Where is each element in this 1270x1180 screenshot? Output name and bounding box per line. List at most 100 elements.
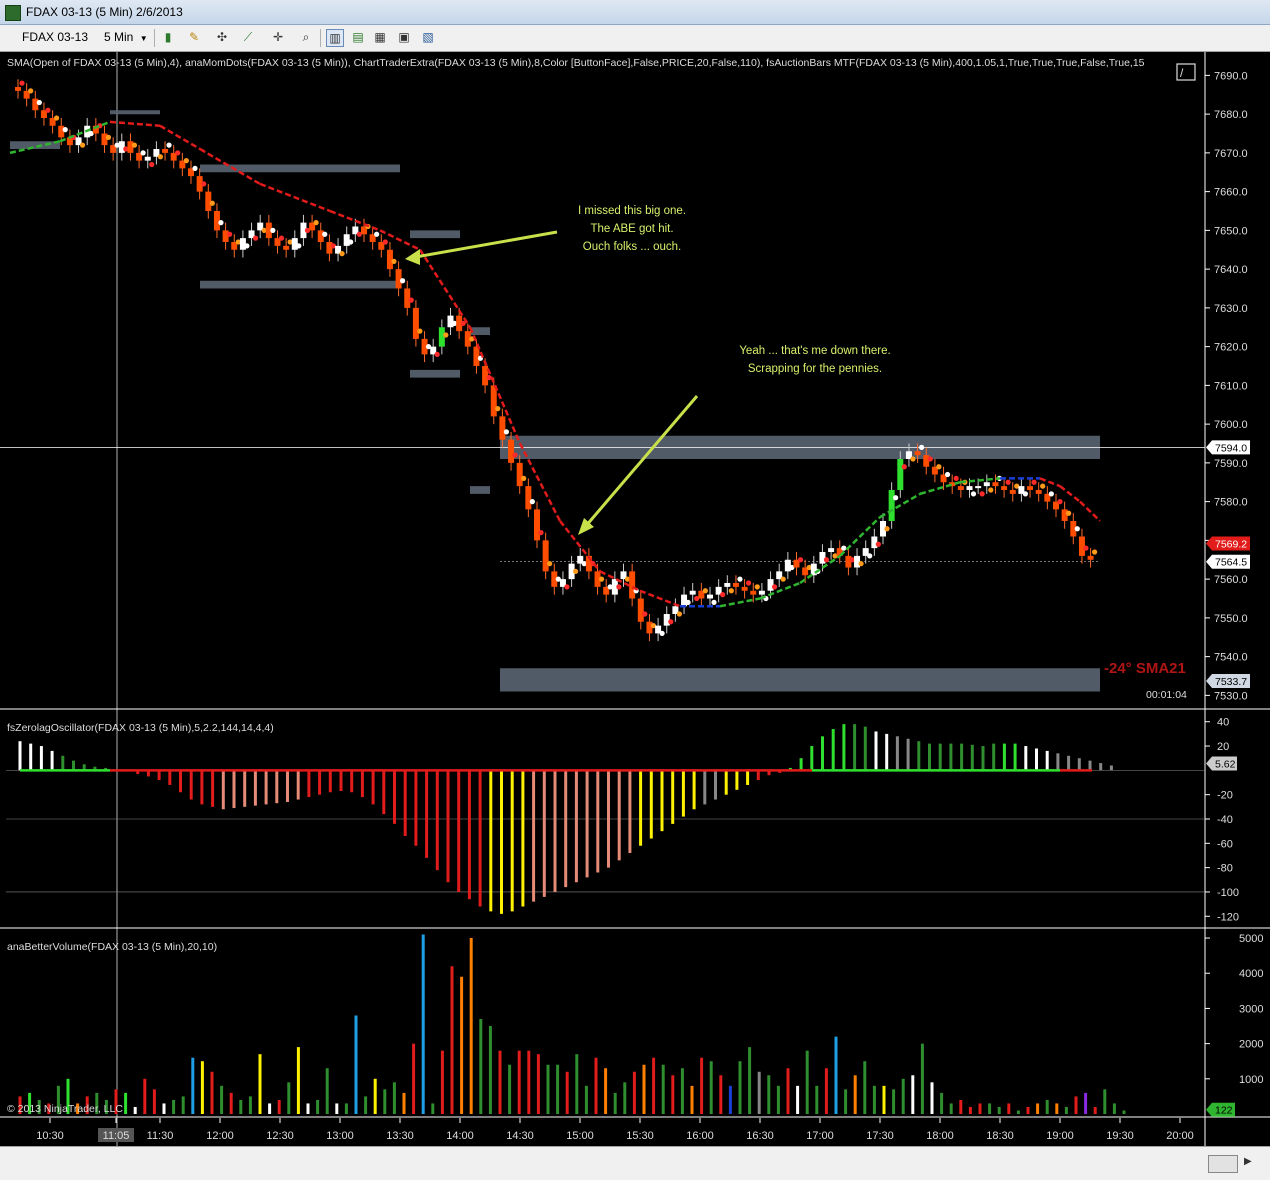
price-axis-tick-label: 7690.0 [1214, 70, 1248, 82]
momentum-dot [503, 429, 509, 435]
chart-annotation-text: I missed this big one. [578, 205, 686, 217]
candle-body [845, 555, 852, 568]
price-panel-legend: SMA(Open of FDAX 03-13 (5 Min),4), anaMo… [7, 57, 1145, 69]
x-axis-tick-label: 12:30 [266, 1130, 294, 1142]
x-axis-tick-label: 19:30 [1106, 1130, 1134, 1142]
candle-body [914, 451, 921, 456]
price-marker-label: 7594.0 [1215, 442, 1247, 454]
momentum-dot [754, 584, 760, 590]
candle-body [162, 149, 169, 153]
candle-body [222, 230, 229, 242]
momentum-dot [1048, 491, 1054, 497]
candle-body [1027, 486, 1034, 490]
price-axis-tick-label: 7630.0 [1214, 303, 1248, 315]
momentum-dot [157, 154, 163, 160]
momentum-dot [988, 487, 994, 493]
oscillator-axis-tick-label: 40 [1217, 717, 1229, 729]
indicators-icon[interactable]: ▤ [350, 29, 366, 45]
x-axis-tick-label: 16:30 [746, 1130, 774, 1142]
momentum-dot [970, 491, 977, 497]
scroll-right-icon[interactable]: ▶ [1244, 1156, 1252, 1167]
copyright-text: © 2013 NinjaTrader, LLC [7, 1103, 123, 1115]
candle-body [213, 211, 220, 231]
candle-body [101, 133, 108, 146]
momentum-dot [62, 127, 68, 133]
momentum-dot [910, 456, 916, 462]
momentum-dot [166, 142, 172, 148]
momentum-dot [512, 452, 518, 458]
volume-value-label: 122 [1215, 1105, 1233, 1117]
momentum-dot [858, 561, 864, 567]
candle-body [1035, 490, 1042, 494]
candle-body [15, 87, 21, 91]
price-axis-tick-label: 7680.0 [1214, 109, 1248, 121]
sma-segment [159, 124, 201, 151]
auction-zone [410, 230, 460, 239]
price-axis-tick-label: 7610.0 [1214, 380, 1248, 392]
momentum-dot [443, 332, 449, 338]
line-tools-icon[interactable]: ⟋ [240, 29, 256, 45]
draw-tools-icon[interactable]: ✣ [214, 29, 230, 45]
interval-label: 5 Min [104, 30, 134, 44]
chart-annotation-text: Scrapping for the pennies. [748, 363, 882, 375]
candle-body [542, 540, 549, 572]
chart-trader-icon[interactable]: ▥ [326, 29, 344, 47]
data-box-icon[interactable]: ▧ [420, 29, 436, 45]
volume-axis-tick-label: 1000 [1239, 1074, 1263, 1086]
momentum-dot [841, 545, 847, 551]
momentum-dot [927, 456, 933, 462]
candle-body [386, 249, 393, 270]
momentum-dot [313, 220, 319, 226]
sma-segment [1079, 500, 1101, 522]
annotation-arrow [583, 395, 699, 528]
momentum-dot [374, 231, 380, 237]
price-marker-label: 7569.2 [1215, 538, 1247, 550]
x-axis-tick-label: 13:30 [386, 1130, 414, 1142]
crosshair-icon[interactable]: ✛ [270, 29, 286, 45]
interval-selector[interactable]: 5 Min ▼ [104, 28, 150, 47]
candle-body [819, 552, 826, 564]
bar-timer: 00:01:04 [1146, 689, 1187, 701]
momentum-dot [192, 165, 198, 171]
properties-icon[interactable]: ▣ [396, 29, 412, 45]
chart-annotation-text: Ouch folks ... ouch. [583, 241, 681, 253]
momentum-dot [54, 115, 60, 121]
momentum-dot [391, 258, 397, 264]
momentum-dot [823, 557, 830, 563]
horizontal-scrollbar-thumb[interactable] [1208, 1155, 1238, 1173]
price-axis-tick-label: 7650.0 [1214, 225, 1248, 237]
bar-type-icon[interactable]: ▮ [160, 29, 176, 45]
momentum-dot [979, 491, 985, 497]
x-axis-tick-label: 11:30 [147, 1130, 174, 1142]
oscillator-axis-tick-label: -120 [1217, 911, 1239, 923]
candle-body [1087, 555, 1094, 560]
momentum-dot [149, 161, 155, 168]
momentum-dot [953, 475, 959, 481]
candle-body [689, 590, 696, 595]
x-axis-tick-label: 17:30 [866, 1130, 894, 1142]
chart-area[interactable]: 7690.0 7680.0 7670.0 7660.0 7650.0 7640.0 7630… [0, 52, 1270, 1146]
candle-body [239, 238, 246, 250]
auction-zone [200, 280, 400, 289]
momentum-dot [901, 464, 907, 470]
momentum-dot [1057, 499, 1063, 505]
instrument-selector[interactable]: FDAX 03-13 ▼ [22, 28, 96, 62]
momentum-dot [944, 471, 951, 478]
x-axis-tick-label: 14:30 [506, 1130, 534, 1142]
oscillator-value-label: 5.62 [1215, 759, 1236, 771]
sma-angle-label: -24° SMA21 [1104, 660, 1186, 677]
strategies-icon[interactable]: ▦ [372, 29, 388, 45]
candle-body [707, 594, 713, 599]
momentum-dot [564, 584, 570, 590]
sma-segment [468, 326, 522, 444]
price-marker-label: 7564.5 [1215, 557, 1247, 569]
x-axis-tick-label: 11:05 [103, 1130, 130, 1142]
candle-body [525, 486, 532, 510]
zoom-icon[interactable]: ⌕ [298, 29, 314, 45]
x-axis-tick-label: 15:30 [626, 1130, 654, 1142]
draw-pencil-icon[interactable]: ✎ [186, 29, 202, 45]
annotation-arrow-head [405, 249, 420, 265]
momentum-dot [201, 181, 207, 187]
momentum-dot [140, 150, 146, 156]
volume-panel-legend: anaBetterVolume(FDAX 03-13 (5 Min),20,10… [7, 941, 217, 953]
